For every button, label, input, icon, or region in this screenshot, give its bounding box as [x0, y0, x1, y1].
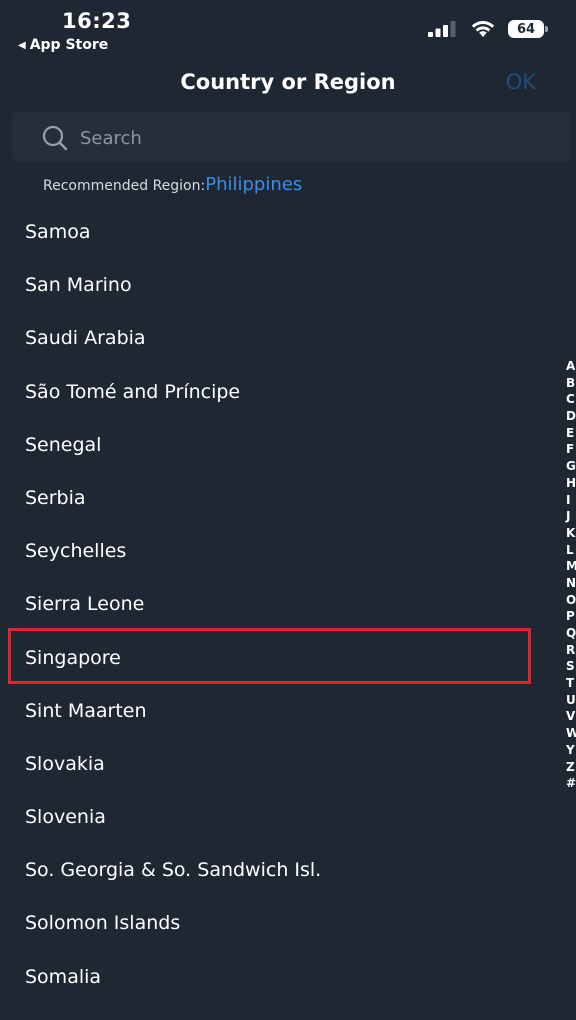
index-letter[interactable]: N — [566, 575, 576, 592]
status-bar: 16:23 ◀ App Store 64 — [0, 0, 576, 60]
country-item[interactable]: Sint Maarten — [0, 685, 555, 738]
country-item[interactable]: Somalia — [0, 951, 555, 1004]
index-letter[interactable]: S — [566, 658, 576, 675]
index-letter[interactable]: T — [566, 675, 576, 692]
country-item[interactable]: Slovenia — [0, 791, 555, 844]
index-letter[interactable]: O — [566, 592, 576, 609]
index-letter[interactable]: C — [566, 391, 576, 408]
search-icon — [42, 125, 68, 151]
ok-button[interactable]: OK — [506, 70, 536, 94]
country-item[interactable]: Solomon Islands — [0, 897, 555, 950]
country-item[interactable]: Serbia — [0, 472, 555, 525]
index-letter[interactable]: W — [566, 725, 576, 742]
country-picker-screen: 16:23 ◀ App Store 64 Country or Region O… — [0, 0, 576, 1020]
status-icons: 64 — [428, 20, 548, 38]
index-letter[interactable]: U — [566, 692, 576, 709]
back-link-label: App Store — [29, 37, 109, 53]
index-letter[interactable]: R — [566, 642, 576, 659]
status-time: 16:23 — [62, 9, 132, 33]
country-item[interactable]: Sierra Leone — [0, 578, 555, 631]
search-bar[interactable] — [12, 112, 570, 162]
index-letter[interactable]: B — [566, 375, 576, 392]
recommended-region-label: Recommended Region: — [43, 178, 206, 194]
index-letter[interactable]: A — [566, 358, 576, 375]
index-letter[interactable]: L — [566, 542, 576, 559]
back-triangle-icon: ◀ — [18, 39, 26, 51]
index-letter[interactable]: P — [566, 608, 576, 625]
page-title: Country or Region — [180, 70, 396, 94]
alphabet-index[interactable]: A B C D E F G H I J K L M N O P Q R S T U V W Y Z # — [566, 358, 576, 792]
wifi-icon — [471, 21, 495, 37]
back-to-app-store-link[interactable]: ◀ App Store — [18, 37, 108, 53]
index-letter[interactable]: F — [566, 441, 576, 458]
battery-level: 64 — [516, 21, 536, 37]
index-letter[interactable]: Z — [566, 759, 576, 776]
country-item[interactable]: Singapore — [0, 632, 555, 685]
country-item[interactable]: So. Georgia & So. Sandwich Isl. — [0, 844, 555, 897]
index-letter[interactable]: Y — [566, 742, 576, 759]
index-letter[interactable]: G — [566, 458, 576, 475]
index-letter[interactable]: Q — [566, 625, 576, 642]
index-letter[interactable]: M — [566, 558, 576, 575]
country-item[interactable]: São Tomé and Príncipe — [0, 366, 555, 419]
index-letter[interactable]: V — [566, 708, 576, 725]
recommended-region-link[interactable]: Philippines — [205, 174, 302, 195]
country-item[interactable]: San Marino — [0, 259, 555, 312]
country-item[interactable]: Samoa — [0, 206, 555, 259]
index-letter[interactable]: J — [566, 508, 576, 525]
country-item[interactable]: Slovakia — [0, 738, 555, 791]
country-item[interactable]: Saudi Arabia — [0, 312, 555, 365]
index-letter[interactable]: # — [566, 775, 576, 792]
country-item[interactable]: Senegal — [0, 419, 555, 472]
index-letter[interactable]: I — [566, 492, 576, 509]
index-letter[interactable]: K — [566, 525, 576, 542]
search-input[interactable] — [78, 122, 542, 154]
country-list: Samoa San Marino Saudi Arabia São Tomé and … — [0, 206, 555, 1004]
index-letter[interactable]: H — [566, 475, 576, 492]
cellular-signal-icon — [428, 21, 456, 37]
index-letter[interactable]: E — [566, 425, 576, 442]
country-item[interactable]: Seychelles — [0, 525, 555, 578]
index-letter[interactable]: D — [566, 408, 576, 425]
recommended-region: Recommended Region: Philippines — [43, 174, 302, 195]
battery-icon: 64 — [508, 20, 548, 38]
